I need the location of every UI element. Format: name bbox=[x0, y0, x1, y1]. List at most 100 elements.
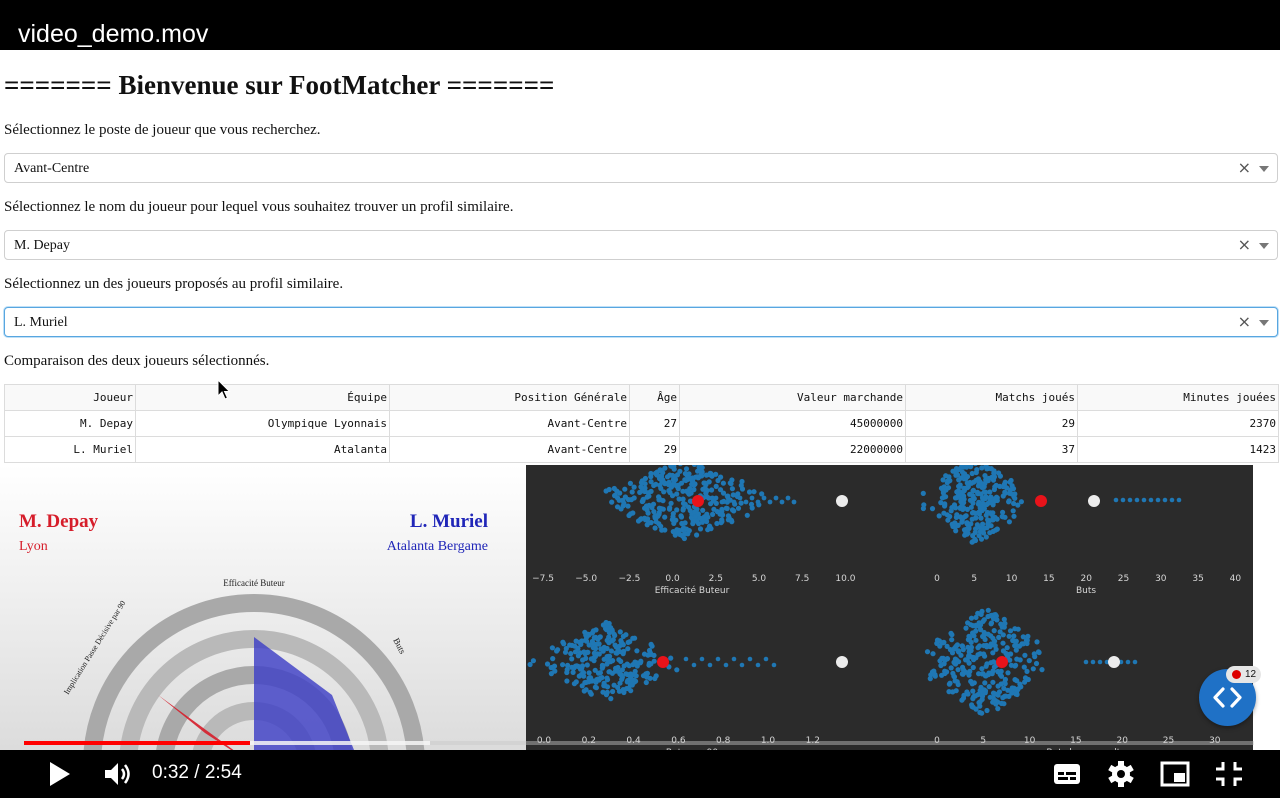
swarm-point bbox=[593, 627, 599, 633]
tick-label: 10 bbox=[1006, 574, 1018, 584]
swarm-point bbox=[668, 655, 674, 661]
swarm-point bbox=[963, 625, 969, 631]
swarm-point bbox=[549, 645, 555, 651]
column-header[interactable]: Matchs joués bbox=[905, 384, 1078, 411]
swarm-point bbox=[1006, 633, 1012, 639]
clear-icon[interactable]: × bbox=[1238, 313, 1251, 331]
swarm-point bbox=[719, 499, 725, 505]
swarm-point bbox=[687, 508, 693, 514]
swarm-point bbox=[941, 510, 947, 516]
swarm-point bbox=[1021, 664, 1027, 670]
swarm-point bbox=[1000, 695, 1006, 701]
swarm-point bbox=[979, 710, 985, 716]
chevron-down-icon[interactable] bbox=[1259, 320, 1269, 326]
player-select[interactable]: M. Depay × bbox=[4, 230, 1278, 260]
column-header[interactable]: Minutes jouées bbox=[1077, 384, 1279, 411]
swarm-point bbox=[1090, 659, 1096, 665]
swarm-point bbox=[616, 688, 622, 694]
swarm-point bbox=[680, 488, 686, 494]
swarm-point bbox=[640, 498, 646, 504]
axis-label: Efficacité Buteur bbox=[655, 585, 730, 596]
swarm-point bbox=[929, 506, 936, 512]
swarm-point bbox=[710, 511, 716, 517]
swarm-point bbox=[971, 496, 977, 502]
volume-icon[interactable] bbox=[103, 760, 133, 788]
swarm-point bbox=[970, 704, 976, 710]
swarm-point bbox=[608, 625, 614, 631]
swarm-point bbox=[713, 495, 719, 501]
swarm-point bbox=[980, 671, 986, 677]
swarm-point bbox=[1083, 659, 1089, 665]
clear-icon[interactable]: × bbox=[1238, 159, 1251, 177]
swarm-point bbox=[947, 513, 953, 520]
swarm-point bbox=[708, 471, 714, 477]
swarm-point bbox=[947, 680, 953, 686]
swarm-point bbox=[707, 662, 713, 668]
swarm-point bbox=[579, 683, 585, 689]
swarm-point bbox=[1011, 513, 1017, 519]
swarm-point bbox=[955, 681, 961, 688]
similar-player-select[interactable]: L. Muriel × bbox=[4, 307, 1278, 337]
swarm-point bbox=[960, 664, 966, 670]
swarm-point bbox=[966, 669, 973, 675]
play-icon[interactable] bbox=[44, 760, 74, 788]
column-header[interactable]: Équipe bbox=[135, 384, 390, 411]
tick-label: −7.5 bbox=[532, 574, 554, 584]
position-select[interactable]: Avant-Centre × bbox=[4, 153, 1278, 183]
swarm-point bbox=[930, 651, 936, 657]
title-bar: video_demo.mov bbox=[0, 0, 1280, 50]
chevron-down-icon[interactable] bbox=[1259, 243, 1269, 249]
swarm-point bbox=[668, 500, 674, 506]
swarm-point bbox=[709, 487, 715, 493]
swarm-point bbox=[596, 641, 602, 647]
swarm-point bbox=[956, 649, 962, 655]
swarm-point bbox=[631, 484, 637, 490]
column-header[interactable]: Position Générale bbox=[389, 384, 630, 411]
swarm-point bbox=[976, 509, 982, 515]
swarm-point bbox=[704, 494, 710, 500]
clear-icon[interactable]: × bbox=[1238, 236, 1251, 254]
swarm-point bbox=[962, 532, 968, 538]
swarm-point bbox=[743, 499, 749, 505]
swarm-point bbox=[739, 662, 745, 668]
swarm-point bbox=[658, 523, 664, 529]
swarm-point bbox=[669, 493, 676, 499]
swarm-point bbox=[679, 520, 685, 527]
swarm-point bbox=[577, 666, 584, 672]
miniplayer-icon[interactable] bbox=[1160, 760, 1190, 788]
swarm-point bbox=[969, 510, 976, 516]
column-header[interactable]: Âge bbox=[629, 384, 680, 411]
progress-played[interactable] bbox=[24, 741, 250, 745]
swarm-point bbox=[677, 531, 683, 538]
swarm-point bbox=[997, 483, 1003, 489]
badge-count: 12 bbox=[1245, 669, 1257, 680]
tick-label: 5 bbox=[971, 574, 977, 584]
exit-fullscreen-icon[interactable] bbox=[1214, 760, 1244, 788]
swarm-point bbox=[696, 520, 702, 527]
table-cell: M. Depay bbox=[4, 410, 136, 437]
column-header[interactable]: Joueur bbox=[4, 384, 136, 411]
swarm-point bbox=[1155, 497, 1161, 503]
swarm-point bbox=[609, 670, 615, 676]
swarm-point bbox=[691, 482, 697, 488]
swarm-point bbox=[960, 695, 967, 701]
tick-label: 0 bbox=[934, 574, 940, 584]
swarm-point bbox=[702, 485, 708, 491]
swarm-point bbox=[949, 632, 955, 638]
swarm-point bbox=[739, 478, 745, 485]
subtitles-icon[interactable] bbox=[1052, 760, 1082, 788]
swarm-point bbox=[1025, 633, 1031, 639]
settings-gear-icon[interactable] bbox=[1106, 760, 1136, 788]
column-header[interactable]: Valeur marchande bbox=[679, 384, 906, 411]
swarm-point bbox=[1176, 497, 1182, 503]
page-title: ======= Bienvenue sur FootMatcher ======… bbox=[4, 70, 555, 100]
swarm-point bbox=[955, 488, 961, 494]
table-cell: Avant-Centre bbox=[389, 436, 630, 463]
table-cell: 37 bbox=[905, 436, 1078, 463]
chevron-down-icon[interactable] bbox=[1259, 166, 1269, 172]
table-cell: L. Muriel bbox=[4, 436, 136, 463]
swarm-point bbox=[998, 681, 1004, 687]
swarm-point bbox=[662, 514, 668, 520]
swarm-point bbox=[763, 656, 769, 662]
swarm-point bbox=[739, 486, 746, 492]
